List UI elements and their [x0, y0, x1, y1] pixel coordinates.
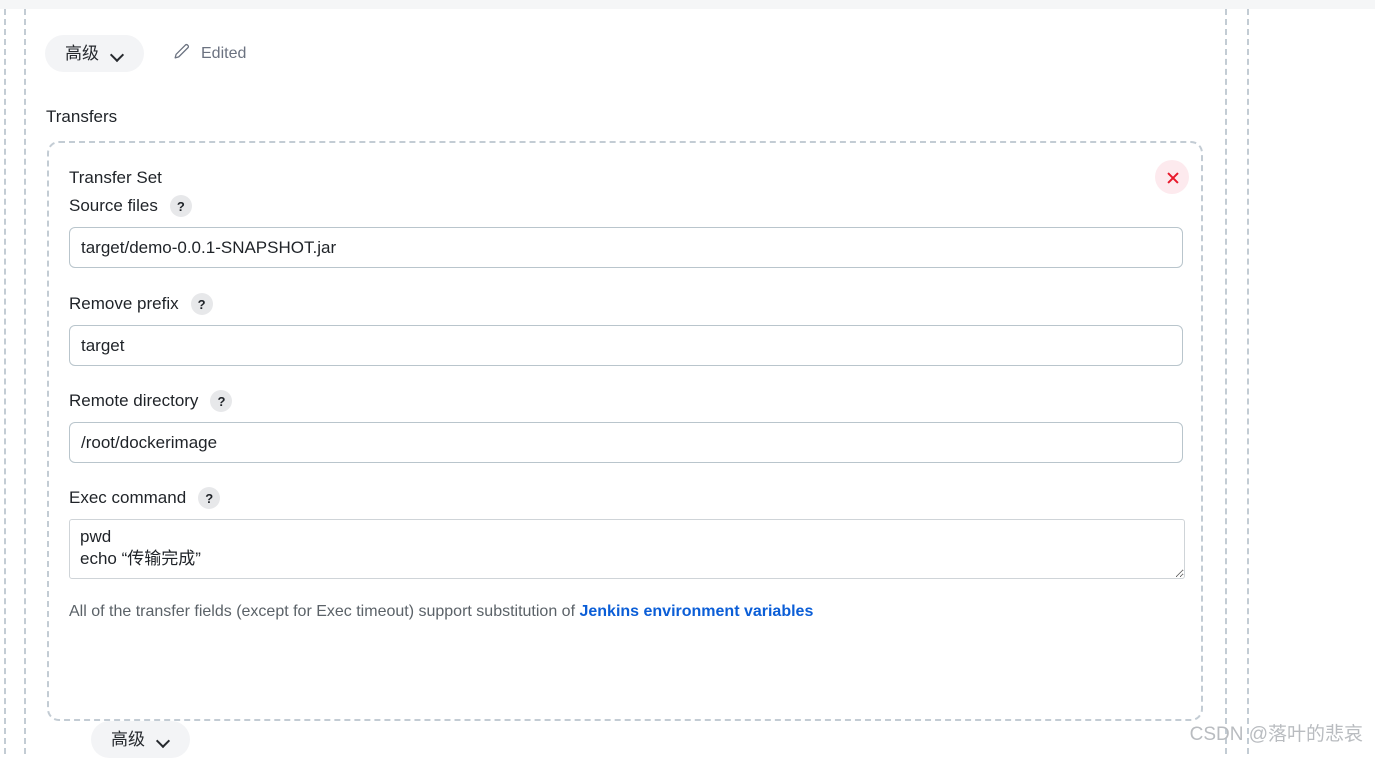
exec-command-label: Exec command: [69, 488, 187, 508]
field-source-files: Source files ?: [69, 195, 1183, 269]
help-icon-exec-command[interactable]: ?: [198, 487, 221, 510]
transfer-set-panel: Transfer Set Source files ? Remove prefi…: [47, 141, 1203, 721]
advanced-toggle-label-bottom: 高级: [111, 730, 145, 749]
exec-command-label-row: Exec command ?: [69, 487, 1181, 510]
remote-directory-label-row: Remote directory ?: [69, 390, 1181, 413]
jenkins-environment-variables-link[interactable]: Jenkins environment variables: [579, 603, 813, 620]
transfer-set-content: Transfer Set Source files ? Remove prefi…: [69, 167, 1185, 621]
transfer-set-title: Transfer Set: [69, 168, 162, 187]
edited-indicator: Edited: [172, 42, 246, 66]
guide-line-right-outer: [1247, 9, 1249, 754]
transfers-heading: Transfers: [46, 107, 118, 126]
advanced-toggle-button-bottom[interactable]: 高级: [91, 721, 190, 758]
remove-prefix-input[interactable]: [69, 325, 1183, 367]
substitution-hint-text: All of the transfer fields (except for E…: [69, 603, 580, 621]
advanced-toggle-wrap-bottom: 高级: [91, 721, 190, 758]
guide-line-right-inner: [1225, 9, 1227, 754]
help-icon-remove-prefix[interactable]: ?: [190, 293, 213, 316]
remove-prefix-label: Remove prefix: [69, 294, 179, 314]
section-header: 高级 Edited: [45, 35, 246, 72]
source-files-label: Source files: [69, 196, 158, 216]
remote-directory-input[interactable]: [69, 422, 1183, 464]
watermark: CSDN @落叶的悲哀: [1189, 724, 1363, 745]
guide-line-left-outer: [4, 9, 6, 754]
field-exec-command: Exec command ?: [69, 487, 1185, 580]
edited-label: Edited: [201, 44, 247, 62]
field-remove-prefix: Remove prefix ?: [69, 293, 1183, 367]
pencil-icon: [172, 42, 191, 66]
chevron-down-icon-bottom: [157, 736, 170, 744]
advanced-toggle-label-top: 高级: [65, 44, 99, 63]
remote-directory-label: Remote directory: [69, 391, 199, 411]
form-page: 高级 Edited Transfers Transfer Set Source …: [26, 9, 1224, 758]
help-icon-source-files[interactable]: ?: [169, 195, 192, 218]
source-files-label-row: Source files ?: [69, 195, 1181, 218]
field-remote-directory: Remote directory ?: [69, 390, 1183, 464]
exec-command-textarea[interactable]: [69, 519, 1185, 580]
substitution-hint: All of the transfer fields (except for E…: [69, 603, 1181, 621]
source-files-input[interactable]: [69, 227, 1183, 269]
remove-prefix-label-row: Remove prefix ?: [69, 293, 1181, 316]
chevron-down-icon: [111, 50, 124, 58]
top-strip: [0, 0, 1375, 9]
advanced-toggle-button-top[interactable]: 高级: [45, 35, 144, 72]
help-icon-remote-directory[interactable]: ?: [210, 390, 233, 413]
